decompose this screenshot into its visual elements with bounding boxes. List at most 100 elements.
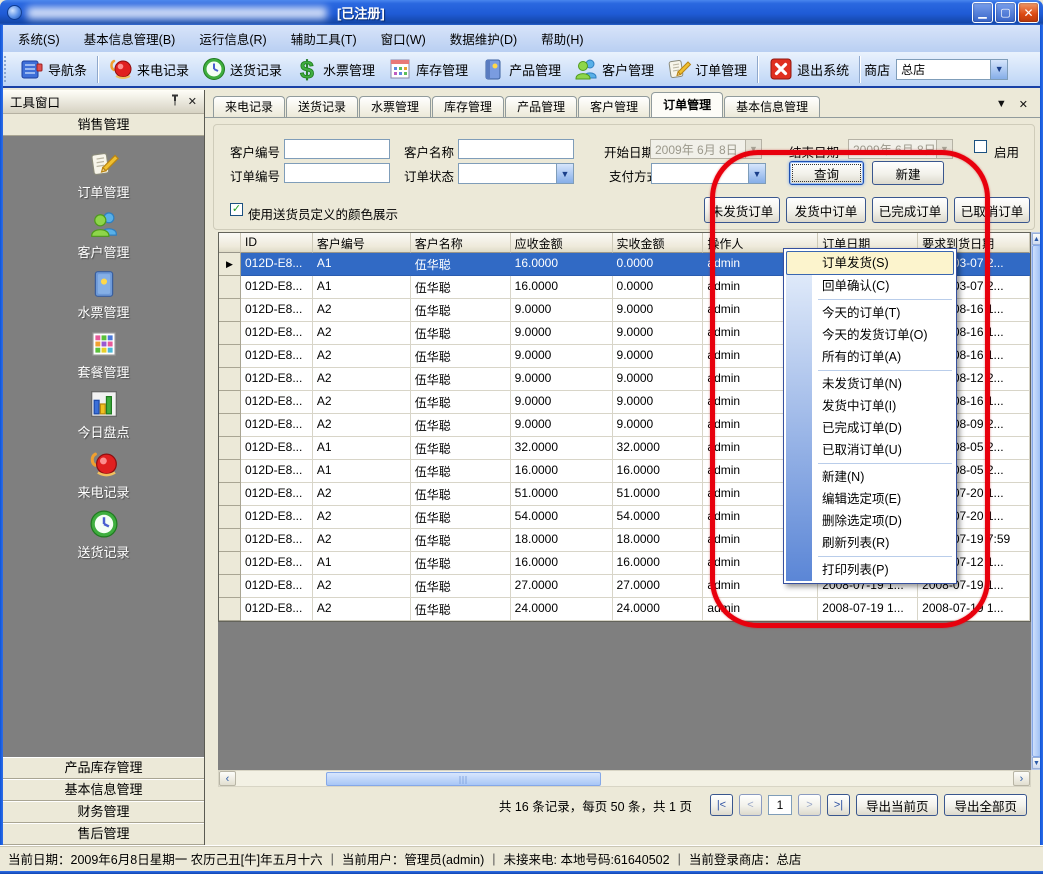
maximize-button[interactable]: ▢: [995, 2, 1016, 23]
sidebar-item-客户管理[interactable]: 客户管理: [3, 206, 204, 262]
context-menu-item-1[interactable]: 回单确认(C): [786, 275, 954, 297]
cancelled-orders-button[interactable]: 已取消订单: [954, 197, 1030, 223]
tab-来电记录[interactable]: 来电记录: [213, 96, 285, 117]
toolbar-product-button[interactable]: 产品管理: [474, 54, 567, 84]
tab-订单管理[interactable]: 订单管理: [651, 92, 723, 117]
toolbar-exit-button[interactable]: 退出系统: [762, 54, 855, 84]
sidebar-group-sales[interactable]: 销售管理: [3, 114, 204, 136]
menu-item-2[interactable]: 运行信息(R): [187, 25, 278, 52]
scroll-left-icon[interactable]: ‹: [219, 771, 236, 786]
context-menu-item-12[interactable]: 刷新列表(R): [786, 532, 954, 554]
toolbar-customer-button[interactable]: 客户管理: [567, 54, 660, 84]
column-header-ID[interactable]: ID: [241, 233, 313, 253]
context-menu-separator: [818, 370, 952, 371]
sidebar-group-3[interactable]: 售后管理: [3, 823, 204, 845]
tab-close-icon[interactable]: ✕: [1019, 98, 1028, 111]
column-header-应收金额[interactable]: 应收金额: [511, 233, 613, 253]
context-menu-item-8[interactable]: 已取消订单(U): [786, 439, 954, 461]
table-row[interactable]: 012D-E8...A2伍华聪24.000024.0000admin2008-0…: [219, 598, 1030, 621]
toolbar-call-records-button[interactable]: 来电记录: [102, 54, 195, 84]
toolbar-order-button[interactable]: 订单管理: [660, 54, 753, 84]
table-cell: A2: [313, 529, 411, 552]
column-header-实收金额[interactable]: 实收金额: [613, 233, 704, 253]
export-all-pages-button[interactable]: 导出全部页: [944, 794, 1027, 816]
shop-select[interactable]: 总店 ▼: [896, 59, 1008, 80]
menu-item-3[interactable]: 辅助工具(T): [279, 25, 369, 52]
menu-item-0[interactable]: 系统(S): [6, 25, 72, 52]
start-date-picker[interactable]: 2009年 6月 8日 ▼: [650, 139, 762, 159]
menu-item-6[interactable]: 帮助(H): [529, 25, 595, 52]
customer-name-input[interactable]: [458, 139, 574, 159]
tab-产品管理[interactable]: 产品管理: [505, 96, 577, 117]
exit-icon: [768, 56, 794, 82]
pay-method-select[interactable]: ▼: [651, 163, 766, 184]
sidebar-group-0[interactable]: 产品库存管理: [3, 757, 204, 779]
sidebar-item-送货记录[interactable]: 送货记录: [3, 506, 204, 562]
not-shipped-orders-button[interactable]: 未发货订单: [704, 197, 780, 223]
shipping-orders-button[interactable]: 发货中订单: [786, 197, 866, 223]
context-menu-item-6[interactable]: 发货中订单(I): [786, 395, 954, 417]
horizontal-scroll-thumb[interactable]: [326, 772, 601, 786]
last-page-button[interactable]: >|: [827, 794, 850, 816]
customer-no-input[interactable]: [284, 139, 390, 159]
chevron-down-icon[interactable]: ▼: [990, 60, 1007, 79]
table-cell: 9.0000: [511, 414, 613, 437]
context-menu-item-7[interactable]: 已完成订单(D): [786, 417, 954, 439]
export-current-page-button[interactable]: 导出当前页: [856, 794, 939, 816]
minimize-button[interactable]: ▁: [972, 2, 993, 23]
new-button[interactable]: 新建: [872, 161, 944, 185]
sidebar-item-订单管理[interactable]: 订单管理: [3, 146, 204, 202]
toolbar-grip[interactable]: [4, 56, 9, 82]
toolbar-delivery-records-button[interactable]: 送货记录: [195, 54, 288, 84]
horizontal-scrollbar[interactable]: ‹ ›: [218, 770, 1031, 787]
context-menu-item-5[interactable]: 未发货订单(N): [786, 373, 954, 395]
order-no-input[interactable]: [284, 163, 390, 183]
prev-page-button[interactable]: <: [739, 794, 762, 816]
toolbar-nav-bar-button[interactable]: 导航条: [13, 54, 93, 84]
close-tool-window-icon[interactable]: ✕: [188, 95, 197, 108]
page-number-input[interactable]: [768, 795, 792, 815]
sidebar-group-1[interactable]: 基本信息管理: [3, 779, 204, 801]
tab-基本信息管理[interactable]: 基本信息管理: [724, 96, 820, 117]
color-display-checkbox[interactable]: [230, 203, 243, 216]
scroll-right-icon[interactable]: ›: [1013, 771, 1030, 786]
context-menu-item-9[interactable]: 新建(N): [786, 466, 954, 488]
context-menu-item-3[interactable]: 今天的发货订单(O): [786, 324, 954, 346]
tab-库存管理[interactable]: 库存管理: [432, 96, 504, 117]
sidebar-item-套餐管理[interactable]: 套餐管理: [3, 326, 204, 382]
end-date-picker[interactable]: 2009年 6月 8日 ▼: [848, 139, 953, 159]
first-page-button[interactable]: |<: [710, 794, 733, 816]
close-button[interactable]: ✕: [1018, 2, 1039, 23]
menu-item-5[interactable]: 数据维护(D): [438, 25, 529, 52]
toolbar-water-ticket-button[interactable]: $水票管理: [288, 54, 381, 84]
context-menu-item-11[interactable]: 删除选定项(D): [786, 510, 954, 532]
context-menu-item-4[interactable]: 所有的订单(A): [786, 346, 954, 368]
toolbar-inventory-button[interactable]: 库存管理: [381, 54, 474, 84]
context-menu-item-10[interactable]: 编辑选定项(E): [786, 488, 954, 510]
pin-icon[interactable]: [170, 94, 180, 109]
sidebar-group-2[interactable]: 财务管理: [3, 801, 204, 823]
column-header-客户名称[interactable]: 客户名称: [411, 233, 511, 253]
tab-水票管理[interactable]: 水票管理: [359, 96, 431, 117]
tab-送货记录[interactable]: 送货记录: [286, 96, 358, 117]
context-menu-item-2[interactable]: 今天的订单(T): [786, 302, 954, 324]
menu-item-1[interactable]: 基本信息管理(B): [72, 25, 188, 52]
menu-item-4[interactable]: 窗口(W): [369, 25, 438, 52]
completed-orders-button[interactable]: 已完成订单: [872, 197, 948, 223]
tab-list-dropdown-icon[interactable]: ▼: [996, 98, 1007, 111]
next-page-button[interactable]: >: [798, 794, 821, 816]
query-button[interactable]: 查询: [789, 161, 864, 185]
order-status-select[interactable]: ▼: [458, 163, 574, 184]
sidebar-item-今日盘点[interactable]: 今日盘点: [3, 386, 204, 442]
column-header-客户编号[interactable]: 客户编号: [313, 233, 411, 253]
title-bar: [已注册] ▁ ▢ ✕: [0, 0, 1043, 25]
chevron-down-icon[interactable]: ▼: [556, 164, 573, 183]
sidebar-item-来电记录[interactable]: 来电记录: [3, 446, 204, 502]
chevron-down-icon[interactable]: ▼: [748, 164, 765, 183]
sidebar-item-水票管理[interactable]: 水票管理: [3, 266, 204, 322]
tab-客户管理[interactable]: 客户管理: [578, 96, 650, 117]
context-menu-item-13[interactable]: 打印列表(P): [786, 559, 954, 581]
enable-checkbox[interactable]: [974, 140, 987, 153]
context-menu-item-0[interactable]: 订单发货(S): [786, 251, 954, 275]
status-segment-0: 当前日期：2009年6月8日星期一 农历己丑[牛]年五月十六: [8, 849, 323, 868]
